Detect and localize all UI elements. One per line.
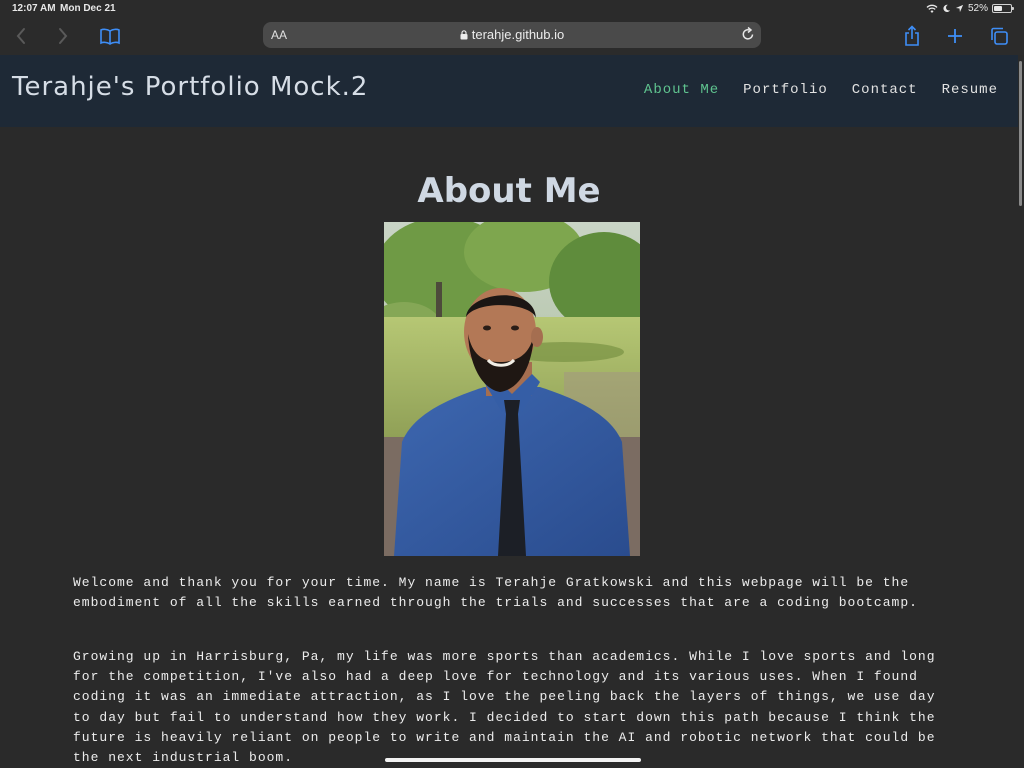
forward-icon[interactable] bbox=[51, 24, 75, 48]
scrollbar-thumb[interactable] bbox=[1019, 61, 1022, 206]
status-indicators: 52% bbox=[926, 3, 1014, 14]
new-tab-icon[interactable] bbox=[943, 24, 967, 48]
battery-percent: 52% bbox=[967, 3, 988, 14]
main-content: About Me Welcome and thank you for your … bbox=[0, 127, 1018, 768]
profile-photo bbox=[384, 222, 640, 556]
moon-icon bbox=[943, 4, 951, 13]
nav-contact[interactable]: Contact bbox=[852, 82, 918, 98]
nav-resume[interactable]: Resume bbox=[942, 82, 998, 98]
url-display[interactable]: terahje.github.io bbox=[263, 27, 761, 42]
scrollbar[interactable] bbox=[1018, 55, 1024, 768]
status-date: Mon Dec 21 bbox=[60, 3, 116, 14]
status-bar: 12:07 AM Mon Dec 21 52% bbox=[0, 0, 1024, 18]
status-time: 12:07 AM bbox=[12, 3, 56, 14]
lock-icon bbox=[460, 30, 468, 40]
site-nav-links: About Me Portfolio Contact Resume bbox=[644, 82, 998, 98]
tabs-icon[interactable] bbox=[987, 24, 1011, 48]
site-brand[interactable]: Terahje's Portfolio Mock.2 bbox=[12, 72, 368, 102]
url-text: terahje.github.io bbox=[471, 27, 565, 42]
site-header: Terahje's Portfolio Mock.2 About Me Port… bbox=[0, 55, 1018, 127]
location-icon bbox=[955, 4, 964, 13]
intro-paragraph: Welcome and thank you for your time. My … bbox=[73, 575, 918, 611]
nav-portfolio[interactable]: Portfolio bbox=[743, 82, 828, 98]
bookmarks-icon[interactable] bbox=[98, 24, 122, 48]
wifi-icon bbox=[926, 4, 938, 13]
page-title: About Me bbox=[417, 171, 601, 211]
back-icon[interactable] bbox=[9, 24, 33, 48]
battery-icon bbox=[992, 4, 1014, 13]
share-icon[interactable] bbox=[900, 24, 924, 48]
home-indicator[interactable] bbox=[385, 758, 641, 762]
battery-level bbox=[994, 6, 1003, 11]
address-bar[interactable]: AA terahje.github.io bbox=[263, 22, 761, 48]
browser-toolbar: AA terahje.github.io bbox=[0, 18, 1024, 55]
nav-about-me[interactable]: About Me bbox=[644, 82, 719, 98]
background-paragraph: Growing up in Harrisburg, Pa, my life wa… bbox=[73, 649, 936, 766]
reload-icon[interactable] bbox=[741, 26, 755, 47]
